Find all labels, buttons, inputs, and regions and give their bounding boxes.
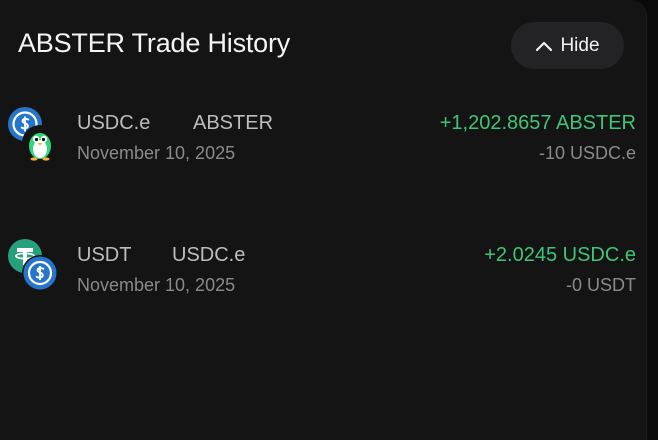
usdc-token-icon (22, 255, 58, 291)
to-token: ABSTER (193, 112, 274, 134)
token-pair-icons (7, 106, 63, 164)
token-pair-label: USDT USDC.e (77, 244, 245, 267)
trade-date: November 10, 2025 (77, 143, 236, 163)
from-token: USDC.e (77, 112, 151, 134)
hide-button[interactable]: Hide (511, 22, 624, 69)
to-token: USDC.e (172, 244, 246, 266)
trade-row[interactable]: USDT USDC.e November 10, 2025 +2.0245 US… (0, 238, 646, 308)
amount-sent: -10 USDC.e (538, 143, 636, 163)
hide-button-label: Hide (560, 34, 600, 56)
trade-history-panel: ABSTER Trade History Hide USDC.e ABSTER … (0, 0, 647, 440)
trade-date: November 10, 2025 (77, 275, 236, 295)
chevron-up-icon (535, 40, 553, 52)
token-pair-label: USDC.e ABSTER (77, 112, 273, 135)
trade-row[interactable]: USDC.e ABSTER November 10, 2025 +1,202.8… (0, 106, 646, 176)
amount-sent: -0 USDT (565, 275, 636, 295)
penguin-token-icon (22, 125, 58, 161)
page-title: ABSTER Trade History (18, 28, 291, 58)
token-pair-icons (7, 238, 63, 296)
amount-received: +2.0245 USDC.e (484, 244, 636, 266)
from-token: USDT (77, 244, 132, 266)
amount-received: +1,202.8657 ABSTER (439, 112, 636, 134)
